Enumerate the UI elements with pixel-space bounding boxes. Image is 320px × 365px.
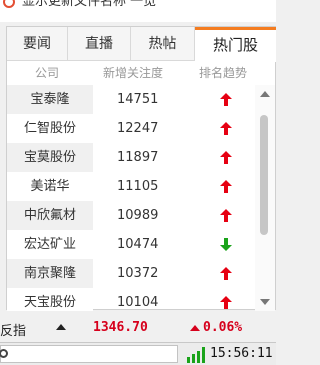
new-attention-value: 10989 (117, 208, 159, 223)
arrow-up-icon (220, 296, 232, 309)
new-attention-value: 10372 (117, 266, 159, 281)
new-attention-value: 11897 (117, 150, 159, 165)
index-up-icon (56, 324, 66, 330)
table-row[interactable]: 宝泰隆 14751 (7, 85, 255, 114)
tab-news[interactable]: 要闻 (7, 27, 68, 61)
stock-name[interactable]: 宝泰隆 (7, 85, 93, 114)
scroll-up-icon[interactable] (260, 91, 270, 97)
stock-name[interactable]: 仁智股份 (7, 114, 93, 143)
column-header-new-attention[interactable]: 新增关注度 (103, 61, 163, 85)
tab-bar: 要闻 直播 热帖 热门股 (7, 27, 276, 62)
new-attention-value: 12247 (117, 121, 159, 136)
top-strip: 显示更新文件名称 一览 (0, 0, 276, 22)
search-icon (0, 349, 8, 358)
top-strip-text: 显示更新文件名称 一览 (22, 0, 157, 9)
new-attention-value: 10474 (117, 237, 159, 252)
arrow-up-icon (220, 122, 232, 135)
index-change: 0.06% (203, 320, 243, 335)
table-row[interactable]: 仁智股份 12247 (7, 114, 255, 143)
tab-hot-posts[interactable]: 热帖 (131, 27, 195, 61)
table-row[interactable]: 中欣氟材 10989 (7, 201, 255, 230)
tab-hot-stocks[interactable]: 热门股 (195, 27, 276, 62)
signal-icon (187, 347, 205, 363)
scroll-down-icon[interactable] (260, 299, 270, 305)
table-row[interactable]: 南京聚隆 10372 (7, 259, 255, 288)
stock-list: 宝泰隆 14751 仁智股份 12247 宝莫股份 11897 美诺华 11105 中欣氟材 10… (7, 85, 255, 311)
table-header: 公司 新增关注度 排名趋势 (7, 61, 275, 85)
stock-name[interactable]: 天宝股份 (7, 288, 93, 311)
scroll-thumb[interactable] (260, 115, 268, 235)
table-row[interactable]: 天宝股份 10104 (7, 288, 255, 311)
stock-name[interactable]: 美诺华 (7, 172, 93, 201)
table-row[interactable]: 美诺华 11105 (7, 172, 255, 201)
index-price: 1346.70 (93, 320, 148, 335)
table-row[interactable]: 宝莫股份 11897 (7, 143, 255, 172)
status-bar: 15:56:11 (0, 342, 276, 365)
index-ticker[interactable]: 反指 1346.70 0.06% (0, 314, 276, 342)
column-header-trend[interactable]: 排名趋势 (199, 61, 247, 85)
stock-name[interactable]: 宏达矿业 (7, 230, 93, 259)
arrow-up-icon (220, 209, 232, 222)
new-attention-value: 14751 (117, 92, 159, 107)
hot-stocks-panel: 要闻 直播 热帖 热门股 公司 新增关注度 排名趋势 宝泰隆 14751 仁智股份 1… (6, 26, 276, 311)
column-header-company[interactable]: 公司 (35, 61, 59, 85)
stock-name[interactable]: 南京聚隆 (7, 259, 93, 288)
arrow-up-icon (220, 93, 232, 106)
table-row[interactable]: 宏达矿业 10474 (7, 230, 255, 259)
clock-time: 15:56:11 (210, 346, 273, 361)
index-label: 反指 (0, 324, 27, 339)
tab-live[interactable]: 直播 (68, 27, 131, 61)
arrow-down-icon (220, 238, 232, 251)
arrow-up-icon (220, 267, 232, 280)
stock-name[interactable]: 宝莫股份 (7, 143, 93, 172)
brand-icon (3, 0, 15, 8)
arrow-up-icon (220, 151, 232, 164)
search-input[interactable] (0, 345, 178, 363)
new-attention-value: 11105 (117, 179, 159, 194)
new-attention-value: 10104 (117, 295, 159, 310)
scrollbar[interactable] (255, 85, 275, 311)
stock-name[interactable]: 中欣氟材 (7, 201, 93, 230)
change-up-icon (190, 325, 200, 331)
arrow-up-icon (220, 180, 232, 193)
